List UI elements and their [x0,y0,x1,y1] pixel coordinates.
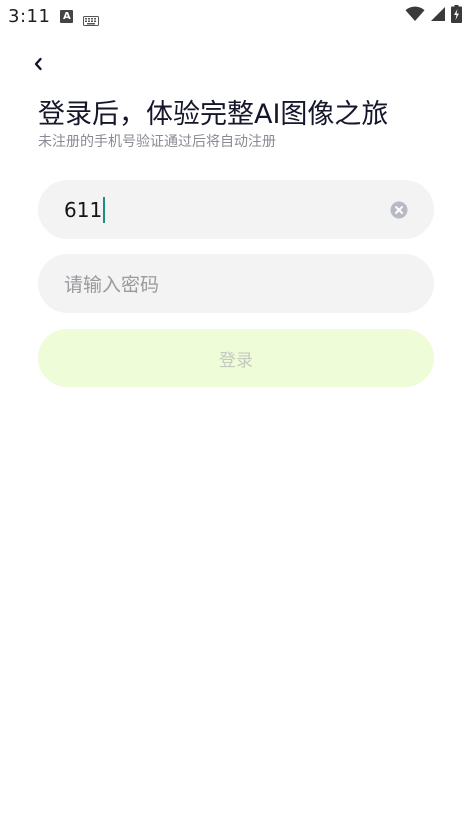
keyboard-icon [83,11,100,26]
status-time: 3:11 [8,5,51,27]
page-title: 登录后，体验完整AI图像之旅 [38,99,389,130]
a-icon: A [60,9,74,23]
phone-input-value-wrap: 611 [64,196,106,223]
phone-input[interactable]: 611 [38,180,434,239]
wifi-icon [405,6,425,26]
password-input[interactable]: 请输入密码 [38,254,434,313]
status-left: 3:11 A [8,5,100,27]
login-button[interactable]: 登录 [38,329,434,387]
signal-icon [430,6,446,26]
status-bar: 3:11 A [0,0,472,32]
password-placeholder: 请输入密码 [64,274,160,296]
text-caret [103,196,106,223]
clear-circle-icon[interactable] [390,201,408,219]
status-right [405,5,462,27]
back-button[interactable] [26,54,50,78]
battery-charging-icon [451,5,462,27]
chevron-left-icon [32,56,44,76]
phone-input-value: 611 [64,197,103,222]
page-subtitle: 未注册的手机号验证通过后将自动注册 [38,134,276,150]
